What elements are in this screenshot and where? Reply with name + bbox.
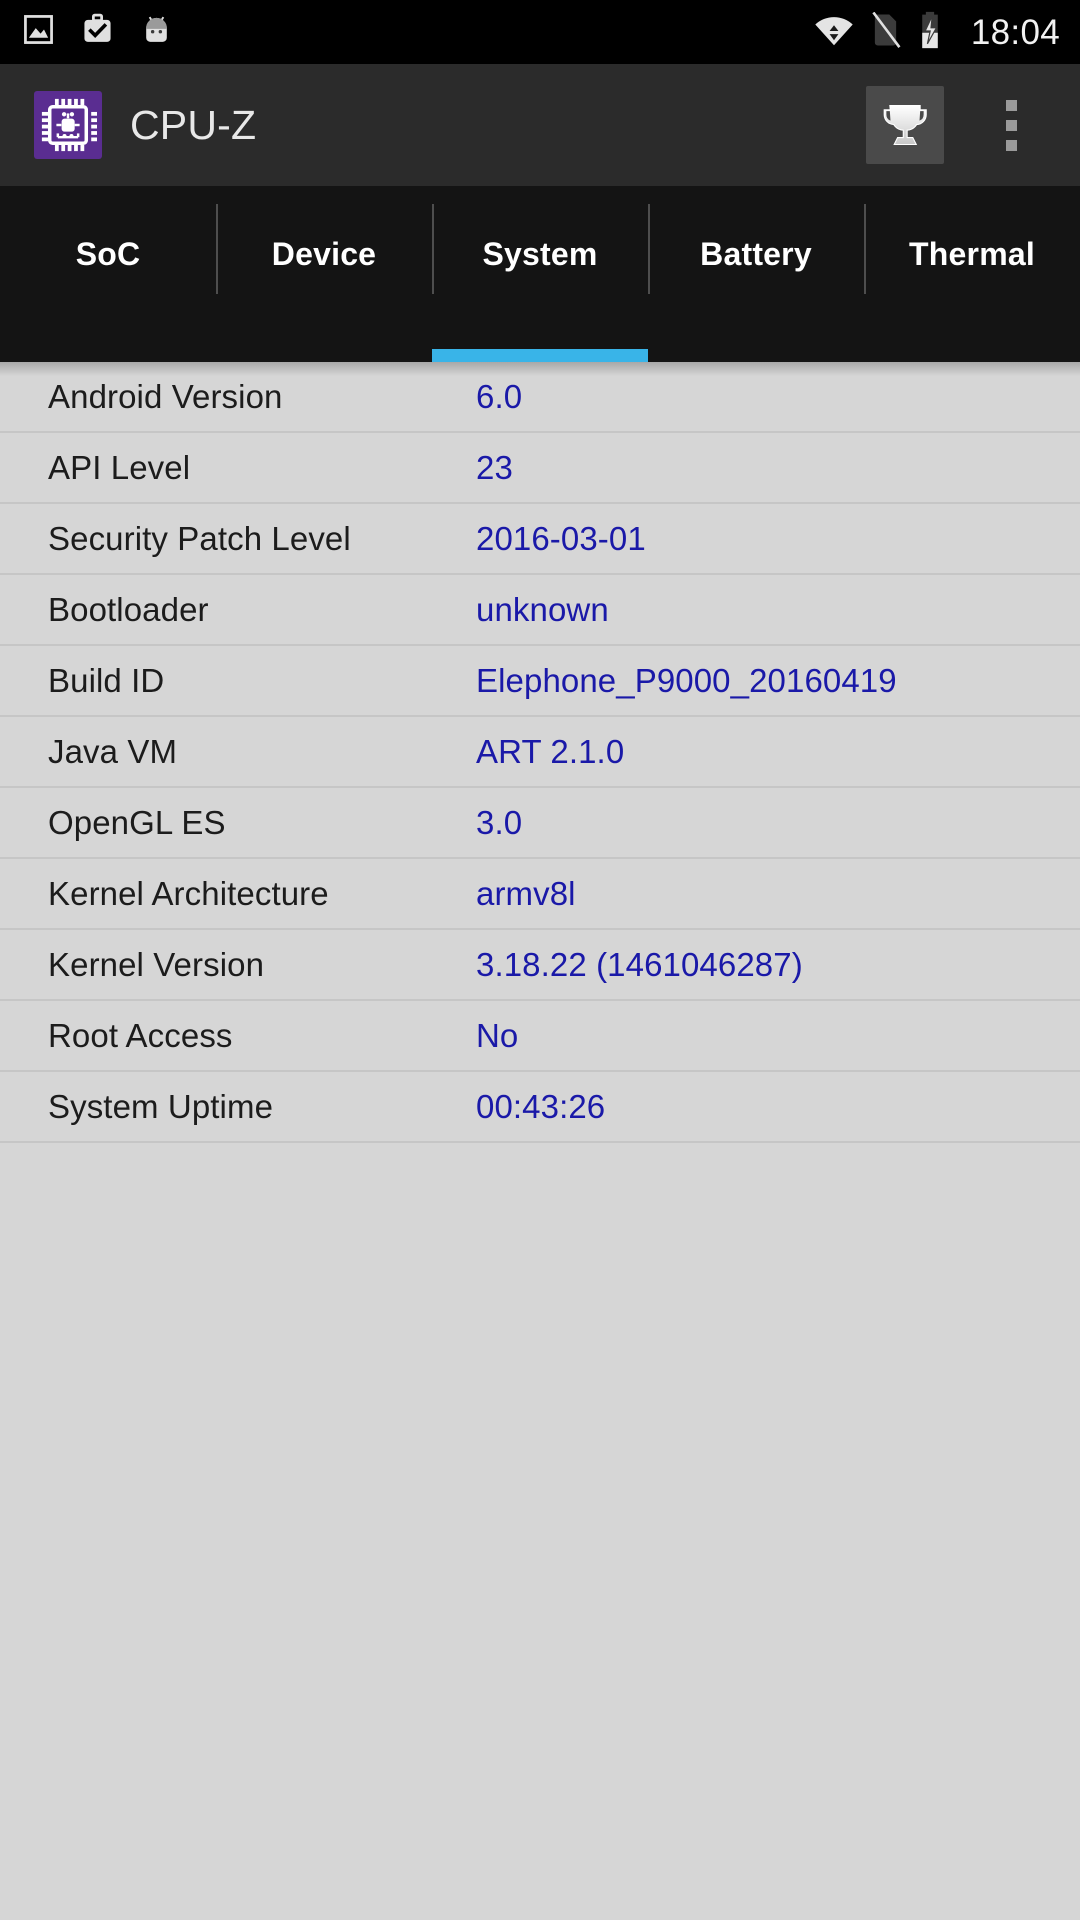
info-row-value: 3.18.22 (1461046287) <box>476 946 803 983</box>
info-row-label: OpenGL ES <box>48 804 226 841</box>
tab-label: Battery <box>700 236 812 272</box>
overflow-menu-icon[interactable] <box>968 79 1054 171</box>
info-row-label: Build ID <box>48 662 165 699</box>
table-row[interactable]: System Uptime 00:43:26 <box>0 1072 1080 1143</box>
info-row-value: ART 2.1.0 <box>476 733 625 770</box>
status-bar-clock: 18:04 <box>970 12 1060 52</box>
status-bar-left-icons <box>22 13 173 51</box>
app-title: CPU-Z <box>130 101 257 148</box>
info-row-value: 3.0 <box>476 804 523 841</box>
overflow-dot-1 <box>1005 99 1017 111</box>
table-row[interactable]: Root Access No <box>0 1001 1080 1072</box>
info-row-label: Android Version <box>48 378 283 415</box>
info-row-label: Kernel Version <box>48 946 265 983</box>
tab-label: Thermal <box>909 236 1035 272</box>
wifi-data-activity-icon <box>813 13 855 52</box>
info-row-label: System Uptime <box>48 1088 274 1125</box>
info-row-label: Kernel Architecture <box>48 875 329 912</box>
info-row-value: Elephone_P9000_20160419 <box>476 662 897 699</box>
tab-label: Device <box>271 236 377 272</box>
battery-charging-icon <box>917 11 943 54</box>
tab-thermal[interactable]: Thermal <box>864 186 1080 362</box>
info-row-value: 23 <box>476 449 513 486</box>
table-row[interactable]: Kernel Architecture armv8l <box>0 859 1080 930</box>
info-row-label: Security Patch Level <box>48 520 351 557</box>
info-row-value: armv8l <box>476 875 576 912</box>
trophy-icon[interactable] <box>866 86 944 164</box>
app-bar: CPU-Z <box>0 64 1080 186</box>
cpu-chip-icon <box>34 91 102 159</box>
tab-battery[interactable]: Battery <box>648 186 864 362</box>
no-sim-card-icon <box>871 11 901 53</box>
tab-label: System <box>482 236 598 272</box>
info-row-value: No <box>476 1017 519 1054</box>
status-bar-right-icons: 18:04 <box>813 11 1060 54</box>
table-row[interactable]: Security Patch Level 2016-03-01 <box>0 504 1080 575</box>
table-row[interactable]: Build ID Elephone_P9000_20160419 <box>0 646 1080 717</box>
info-row-label: Java VM <box>48 733 178 770</box>
tab-bar: SoC Device System Battery Thermal <box>0 186 1080 362</box>
info-row-value: unknown <box>476 591 609 628</box>
system-info-list[interactable]: Android Version 6.0 API Level 23 Security Pa… <box>0 362 1080 1920</box>
table-row[interactable]: OpenGL ES 3.0 <box>0 788 1080 859</box>
tab-active-indicator <box>432 349 648 362</box>
overflow-dot-3 <box>1005 139 1017 151</box>
info-row-value: 2016-03-01 <box>476 520 646 557</box>
info-row-value: 6.0 <box>476 378 523 415</box>
info-row-label: Bootloader <box>48 591 209 628</box>
app-bar-actions <box>866 79 1080 171</box>
status-bar: 18:04 <box>0 0 1080 64</box>
table-row[interactable]: Kernel Version 3.18.22 (1461046287) <box>0 930 1080 1001</box>
table-row[interactable]: Bootloader unknown <box>0 575 1080 646</box>
info-row-label: API Level <box>48 449 191 486</box>
tab-soc[interactable]: SoC <box>0 186 216 362</box>
screenshot-image-icon <box>22 13 55 51</box>
table-row[interactable]: Java VM ART 2.1.0 <box>0 717 1080 788</box>
work-briefcase-check-icon <box>81 13 114 51</box>
info-row-label: Root Access <box>48 1017 233 1054</box>
table-row[interactable]: API Level 23 <box>0 433 1080 504</box>
tab-device[interactable]: Device <box>216 186 432 362</box>
tab-system[interactable]: System <box>432 186 648 362</box>
info-row-value: 00:43:26 <box>476 1088 606 1125</box>
android-head-icon <box>140 13 173 51</box>
tab-label: SoC <box>75 236 141 272</box>
table-row[interactable]: Android Version 6.0 <box>0 362 1080 433</box>
overflow-dot-2 <box>1005 119 1017 131</box>
